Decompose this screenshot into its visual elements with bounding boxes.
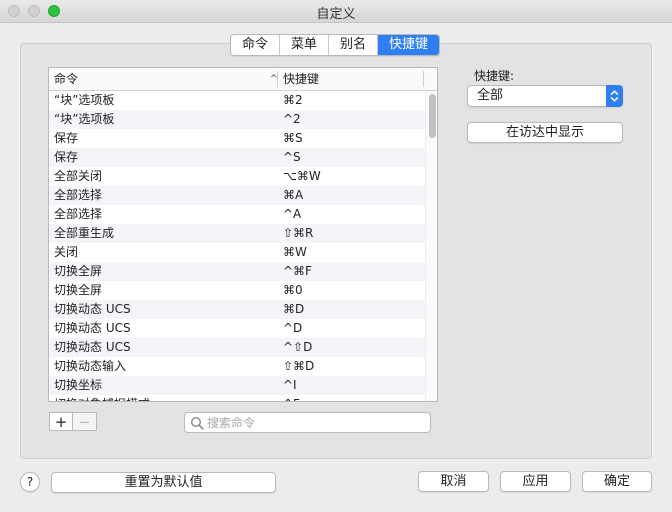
table-row[interactable]: 切换动态 UCS ⌘D (49, 300, 425, 319)
command-cell: 切换动态 UCS (54, 321, 131, 335)
command-cell: 全部重生成 (54, 226, 115, 240)
shortcut-cell[interactable]: ⌘2 (283, 91, 303, 110)
command-cell: 保存 (54, 150, 79, 164)
table-row[interactable]: 切换全屏 ^⌘F (49, 262, 425, 281)
title-bar: 自定义 (0, 0, 672, 23)
table-row[interactable]: 保存 ⌘S (49, 129, 425, 148)
search-field[interactable] (184, 412, 431, 433)
ok-button[interactable]: 确定 (582, 471, 652, 492)
table-row[interactable]: 切换对象捕捉模式 ^F (49, 395, 425, 401)
scrollbar-thumb[interactable] (429, 94, 436, 138)
tab-aliases[interactable]: 别名 (329, 35, 379, 55)
remove-shortcut-button[interactable]: − (73, 412, 97, 431)
shortcut-cell[interactable]: ^S (283, 148, 301, 167)
add-remove-controls: + − (49, 412, 97, 431)
shortcut-cell[interactable]: ^⇧D (283, 338, 312, 357)
command-cell: 切换对象捕捉模式 (54, 395, 150, 401)
shortcut-cell[interactable]: ⇧⌘R (283, 224, 313, 243)
table-row[interactable]: 切换动态 UCS ^D (49, 319, 425, 338)
search-icon (190, 416, 204, 430)
shortcut-cell[interactable]: ⌘W (283, 243, 307, 262)
tab-menus[interactable]: 菜单 (280, 35, 330, 55)
table-row[interactable]: 全部选择 ⌘A (49, 186, 425, 205)
command-cell: 关闭 (54, 245, 79, 259)
table-row[interactable]: 全部选择 ^A (49, 205, 425, 224)
tab-shortcuts[interactable]: 快捷键 (378, 35, 440, 55)
table-row[interactable]: 保存 ^S (49, 148, 425, 167)
command-cell: 切换动态输入 (54, 359, 127, 373)
command-cell: 全部选择 (54, 207, 103, 221)
column-header-command-label: 命令 (54, 72, 79, 86)
table-row[interactable]: 全部关闭 ⌥⌘W (49, 167, 425, 186)
command-cell: 切换坐标 (54, 378, 103, 392)
table-row[interactable]: “块”选项板 ⌘2 (49, 91, 425, 110)
shortcut-cell[interactable]: ^⌘F (283, 262, 312, 281)
shortcut-cell[interactable]: ⌘A (283, 186, 303, 205)
tab-commands[interactable]: 命令 (231, 35, 281, 55)
command-cell: 切换动态 UCS (54, 302, 131, 316)
column-divider (277, 71, 278, 87)
shortcut-cell[interactable]: ^A (283, 205, 301, 224)
table-row[interactable]: 切换全屏 ⌘0 (49, 281, 425, 300)
shortcuts-table: 命令 ^ 快捷键 “块”选项板 ⌘2 “块”选项板 ^2 保存 ⌘S 保存 ^S 全部关闭 ⌥⌘W… (48, 67, 438, 402)
table-row[interactable]: 切换坐标 ^I (49, 376, 425, 395)
help-button[interactable]: ? (20, 472, 40, 492)
table-body: “块”选项板 ⌘2 “块”选项板 ^2 保存 ⌘S 保存 ^S 全部关闭 ⌥⌘W 全部选择 ⌘A 全部选… (49, 91, 425, 401)
add-shortcut-button[interactable]: + (49, 412, 73, 431)
search-input[interactable] (207, 413, 422, 432)
shortcut-cell[interactable]: ⌘0 (283, 281, 303, 300)
column-divider (423, 71, 424, 87)
command-cell: “块”选项板 (54, 112, 115, 126)
table-row[interactable]: “块”选项板 ^2 (49, 110, 425, 129)
table-row[interactable]: 切换动态 UCS ^⇧D (49, 338, 425, 357)
shortcut-filter-select[interactable]: 全部 (467, 85, 623, 107)
table-row[interactable]: 全部重生成 ⇧⌘R (49, 224, 425, 243)
shortcut-cell[interactable]: ⇧⌘D (283, 357, 314, 376)
updown-chevron-icon (606, 85, 623, 107)
show-in-finder-button[interactable]: 在访达中显示 (467, 122, 623, 143)
shortcut-filter-value: 全部 (477, 88, 504, 103)
table-header: 命令 ^ 快捷键 (49, 68, 437, 91)
shortcut-cell[interactable]: ^2 (283, 110, 301, 129)
column-header-shortcut[interactable]: 快捷键 (283, 68, 423, 90)
table-row[interactable]: 切换动态输入 ⇧⌘D (49, 357, 425, 376)
command-cell: 切换全屏 (54, 264, 103, 278)
shortcut-filter-label: 快捷键: (474, 69, 515, 83)
apply-button[interactable]: 应用 (500, 471, 571, 492)
shortcut-cell[interactable]: ⌥⌘W (283, 167, 321, 186)
command-cell: 切换全屏 (54, 283, 103, 297)
window-title: 自定义 (316, 7, 356, 22)
shortcut-cell[interactable]: ^F (283, 395, 300, 401)
reset-defaults-button[interactable]: 重置为默认值 (51, 472, 276, 493)
tab-bar: 命令 菜单 别名 快捷键 (230, 34, 441, 56)
command-cell: 全部关闭 (54, 169, 103, 183)
shortcut-cell[interactable]: ^I (283, 376, 297, 395)
command-cell: 切换动态 UCS (54, 340, 131, 354)
shortcut-cell[interactable]: ⌘S (283, 129, 303, 148)
command-cell: “块”选项板 (54, 93, 115, 107)
cancel-button[interactable]: 取消 (418, 471, 489, 492)
table-scrollbar[interactable] (425, 91, 437, 401)
command-cell: 保存 (54, 131, 79, 145)
column-header-command[interactable]: 命令 ^ (54, 68, 278, 90)
table-row[interactable]: 关闭 ⌘W (49, 243, 425, 262)
shortcut-cell[interactable]: ⌘D (283, 300, 304, 319)
shortcut-cell[interactable]: ^D (283, 319, 302, 338)
command-cell: 全部选择 (54, 188, 103, 202)
